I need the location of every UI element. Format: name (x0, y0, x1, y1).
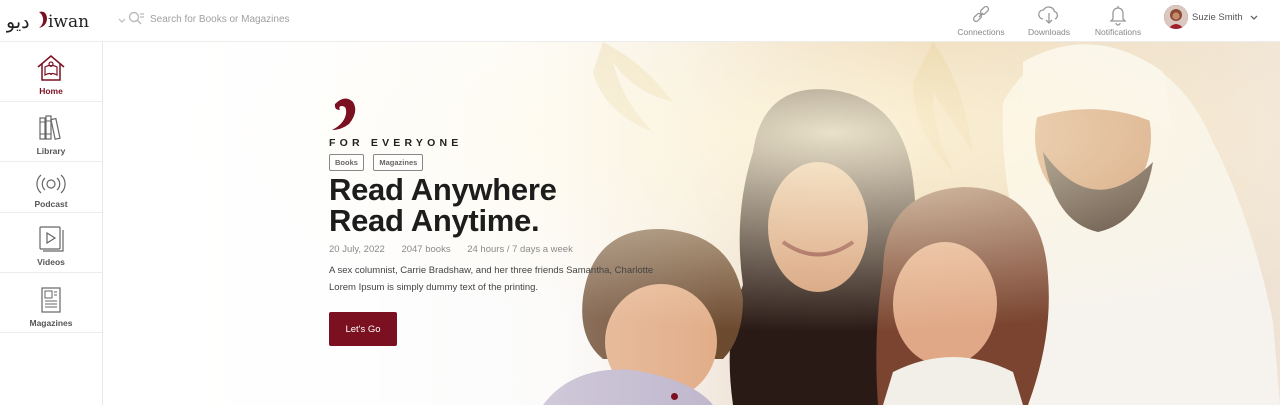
user-name: Suzie Smith (1192, 12, 1243, 23)
notifications-label: Notifications (1094, 27, 1142, 37)
hero-headline: Read Anywhere Read Anytime. (329, 174, 557, 236)
svg-text:ديو: ديو (6, 11, 30, 33)
avatar (1164, 5, 1188, 29)
sidebar-item-podcast[interactable]: Podcast (0, 162, 102, 213)
carousel-dot-active[interactable] (671, 393, 678, 400)
app-logo[interactable]: ديو iwan (5, 6, 96, 36)
chip-books[interactable]: Books (329, 154, 364, 171)
hero-meta: 20 July, 2022 2047 books 24 hours / 7 da… (329, 244, 587, 255)
top-bar: ديو iwan Connections Downloads Notificat… (0, 0, 1280, 42)
hero-chip-group: Books Magazines (329, 152, 428, 171)
sidebar-item-label: Magazines (29, 318, 73, 328)
connections-button[interactable]: Connections (952, 4, 1010, 38)
link-chain-icon (972, 5, 990, 23)
search-chevron-down-icon[interactable] (117, 13, 127, 23)
search-input[interactable] (150, 10, 450, 28)
magazine-icon (41, 287, 61, 313)
sidebar-item-home[interactable]: Home (0, 42, 102, 102)
cloud-download-icon (1038, 6, 1059, 24)
sidebar-item-magazines[interactable]: Magazines (0, 273, 102, 333)
user-menu[interactable]: Suzie Smith (1164, 5, 1264, 31)
svg-text:iwan: iwan (48, 12, 89, 32)
hero-meta-date: 20 July, 2022 (329, 244, 385, 255)
hero-meta-availability: 24 hours / 7 days a week (467, 244, 573, 255)
user-chevron-down-icon (1250, 15, 1258, 20)
notifications-button[interactable]: Notifications (1088, 4, 1148, 38)
downloads-label: Downloads (1027, 27, 1071, 37)
carousel-dots (671, 387, 691, 400)
sidebar: Home Library Podcast Videos Magazines (0, 42, 103, 405)
hero-headline-line2: Read Anytime. (329, 203, 540, 238)
home-book-icon (37, 55, 65, 81)
logo-graphic: ديو iwan (5, 11, 89, 33)
sidebar-item-label: Podcast (34, 199, 68, 209)
lets-go-button[interactable]: Let's Go (329, 312, 397, 346)
broadcast-icon (36, 174, 66, 194)
books-icon (39, 115, 61, 140)
chip-magazines[interactable]: Magazines (373, 154, 424, 171)
hero-family-photo (103, 42, 1280, 405)
video-play-icon (39, 226, 64, 252)
sidebar-item-label: Library (36, 146, 66, 156)
hero-description: A sex columnist, Carrie Bradshaw, and he… (329, 265, 654, 293)
search-icon[interactable] (127, 10, 145, 28)
hero-headline-line1: Read Anywhere (329, 172, 557, 207)
hero-banner: FOR EVERYONE Books Magazines Read Anywhe… (103, 42, 1280, 405)
hero-tagline: FOR EVERYONE (329, 137, 463, 149)
hero-meta-count: 2047 books (401, 244, 451, 255)
brand-mark-icon (332, 98, 356, 130)
bell-icon (1109, 6, 1127, 26)
sidebar-item-label: Home (39, 86, 63, 96)
sidebar-item-label: Videos (37, 257, 65, 267)
sidebar-item-videos[interactable]: Videos (0, 213, 102, 273)
downloads-button[interactable]: Downloads (1022, 4, 1076, 38)
connections-label: Connections (957, 27, 1005, 37)
sidebar-item-library[interactable]: Library (0, 102, 102, 162)
